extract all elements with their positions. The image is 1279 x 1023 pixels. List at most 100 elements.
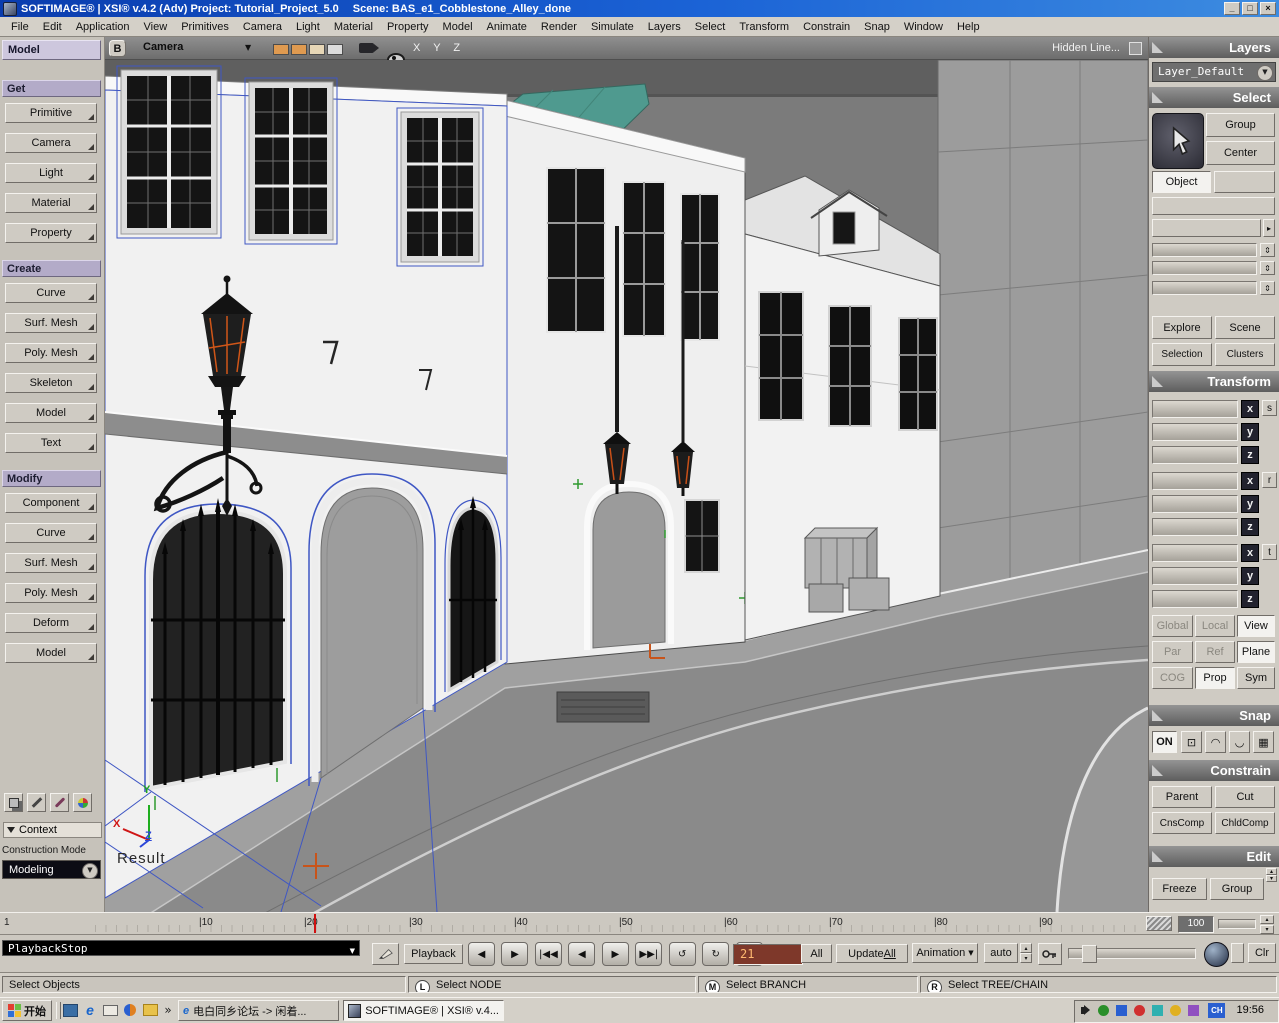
- rotate-z-slider[interactable]: [1152, 518, 1238, 536]
- swatch-4[interactable]: [327, 44, 343, 55]
- swatch-3[interactable]: [309, 44, 325, 55]
- context-dropdown[interactable]: Context: [3, 822, 102, 838]
- tray-icon-yellow[interactable]: [1170, 1005, 1181, 1016]
- pencil-icon[interactable]: [50, 793, 69, 812]
- scale-mode-button[interactable]: s: [1262, 400, 1277, 416]
- rotate-x-slider[interactable]: [1152, 472, 1238, 490]
- get-property-button[interactable]: Property: [5, 223, 97, 243]
- scale-z-slider[interactable]: [1152, 446, 1238, 464]
- mode-menu-dropdown[interactable]: Model: [2, 40, 101, 60]
- render-region-button[interactable]: [1204, 942, 1229, 967]
- tray-icon-green[interactable]: [1098, 1005, 1109, 1016]
- menu-application[interactable]: Application: [69, 19, 137, 35]
- flyout-arrow-button[interactable]: ▸: [1263, 219, 1275, 237]
- animation-dropdown[interactable]: Animation ▼: [912, 943, 978, 963]
- select-center-button[interactable]: Center: [1206, 141, 1275, 165]
- edit-header[interactable]: Edit: [1149, 846, 1279, 867]
- loop-forward-button[interactable]: ↻: [702, 942, 729, 966]
- menu-model[interactable]: Model: [436, 19, 480, 35]
- menu-camera[interactable]: Camera: [236, 19, 289, 35]
- menu-layers[interactable]: Layers: [641, 19, 688, 35]
- timeline-playhead[interactable]: [314, 914, 316, 933]
- select-tool-button[interactable]: [1152, 113, 1204, 169]
- local-button[interactable]: Local: [1195, 615, 1235, 637]
- get-primitive-button[interactable]: Primitive: [5, 103, 97, 123]
- wrench-icon[interactable]: [27, 793, 46, 812]
- tray-icon-teal[interactable]: [1152, 1005, 1163, 1016]
- folder-icon[interactable]: [142, 1002, 158, 1018]
- modify-poly-mesh-button[interactable]: Poly. Mesh: [5, 583, 97, 603]
- all-button[interactable]: All: [801, 944, 832, 963]
- duplicate-icon[interactable]: [4, 793, 23, 812]
- translate-x-slider[interactable]: [1152, 544, 1238, 562]
- playback-mode-dropdown[interactable]: PlaybackStop ▼: [2, 940, 360, 956]
- viewport-canvas[interactable]: X Y Z Result: [105, 60, 1148, 912]
- menu-edit[interactable]: Edit: [36, 19, 69, 35]
- update-all-button[interactable]: Update All: [836, 944, 908, 963]
- task-button-xsi[interactable]: SOFTIMAGE® | XSI® v.4...: [343, 1000, 504, 1021]
- step-forward-button[interactable]: ▶: [501, 942, 528, 966]
- cog-button[interactable]: COG: [1152, 667, 1193, 689]
- construction-mode-dropdown[interactable]: Modeling ▼: [2, 860, 101, 879]
- timeline-zoom-slider[interactable]: [1218, 919, 1256, 929]
- rotate-y-slider[interactable]: [1152, 495, 1238, 513]
- narrow-toggle-button[interactable]: [1231, 943, 1244, 963]
- snap-grid-icon[interactable]: ▦: [1253, 731, 1274, 753]
- current-frame-field[interactable]: 21: [733, 944, 803, 965]
- menu-primitives[interactable]: Primitives: [174, 19, 236, 35]
- menu-property[interactable]: Property: [380, 19, 436, 35]
- translate-x-button[interactable]: x: [1241, 544, 1259, 562]
- chldcomp-button[interactable]: ChldComp: [1215, 812, 1275, 834]
- menu-snap[interactable]: Snap: [857, 19, 897, 35]
- translate-z-button[interactable]: z: [1241, 590, 1259, 608]
- layer-dropdown[interactable]: Layer_Default ▼: [1152, 62, 1276, 82]
- timeline-spinner-down[interactable]: ▾: [1260, 925, 1274, 934]
- menu-material[interactable]: Material: [327, 19, 380, 35]
- create-curve-button[interactable]: Curve: [5, 283, 97, 303]
- modify-deform-button[interactable]: Deform: [5, 613, 97, 633]
- modify-model-button[interactable]: Model: [5, 643, 97, 663]
- slider-updown-button[interactable]: ⇕: [1260, 243, 1275, 257]
- loop-back-button[interactable]: ↺: [669, 942, 696, 966]
- timeline-ruler[interactable]: 1 |10 |20 |30 |40 |50 |60 |70 |80 |90 10…: [0, 912, 1279, 935]
- select-blank-row[interactable]: [1152, 197, 1275, 215]
- create-text-button[interactable]: Text: [5, 433, 97, 453]
- key-slider-handle[interactable]: [1082, 945, 1097, 963]
- create-poly-mesh-button[interactable]: Poly. Mesh: [5, 343, 97, 363]
- constrain-cut-button[interactable]: Cut: [1215, 786, 1275, 808]
- display-mode-dropdown[interactable]: Hidden Line...: [1052, 42, 1120, 54]
- tray-icon-red[interactable]: [1134, 1005, 1145, 1016]
- snap-midpoint-icon[interactable]: ◡: [1229, 731, 1250, 753]
- translate-y-slider[interactable]: [1152, 567, 1238, 585]
- rotate-z-button[interactable]: z: [1241, 518, 1259, 536]
- slider-updown-button[interactable]: ⇕: [1260, 281, 1275, 295]
- scale-y-button[interactable]: y: [1241, 423, 1259, 441]
- cnscomp-button[interactable]: CnsComp: [1152, 812, 1212, 834]
- create-skeleton-button[interactable]: Skeleton: [5, 373, 97, 393]
- quicklaunch-more-chevron[interactable]: »: [160, 1002, 176, 1018]
- tray-icon-purple[interactable]: [1188, 1005, 1199, 1016]
- modify-component-button[interactable]: Component: [5, 493, 97, 513]
- freeze-button[interactable]: Freeze: [1152, 878, 1207, 900]
- auto-key-button[interactable]: auto: [984, 943, 1018, 963]
- menu-simulate[interactable]: Simulate: [584, 19, 641, 35]
- select-header[interactable]: Select: [1149, 87, 1279, 108]
- timeline-spinner-up[interactable]: ▴: [1260, 915, 1274, 924]
- view-button[interactable]: View: [1237, 615, 1275, 637]
- first-frame-button[interactable]: |◀◀: [535, 942, 562, 966]
- minimize-button[interactable]: _: [1224, 2, 1240, 15]
- modify-curve-button[interactable]: Curve: [5, 523, 97, 543]
- prop-button[interactable]: Prop: [1195, 667, 1235, 689]
- tray-icon-blue[interactable]: [1116, 1005, 1127, 1016]
- set-key-button[interactable]: [1038, 943, 1062, 965]
- scene-button[interactable]: Scene: [1215, 316, 1275, 339]
- sym-button[interactable]: Sym: [1237, 667, 1275, 689]
- xyz-axis-buttons[interactable]: X Y Z: [413, 42, 465, 54]
- menu-window[interactable]: Window: [897, 19, 950, 35]
- play-forward-button[interactable]: ▶: [602, 942, 629, 966]
- viewport[interactable]: B Camera ▼ X Y Z Hidden Line...: [105, 37, 1148, 912]
- rotate-y-button[interactable]: y: [1241, 495, 1259, 513]
- media-player-icon[interactable]: [122, 1002, 138, 1018]
- swatch-1[interactable]: [273, 44, 289, 55]
- get-material-button[interactable]: Material: [5, 193, 97, 213]
